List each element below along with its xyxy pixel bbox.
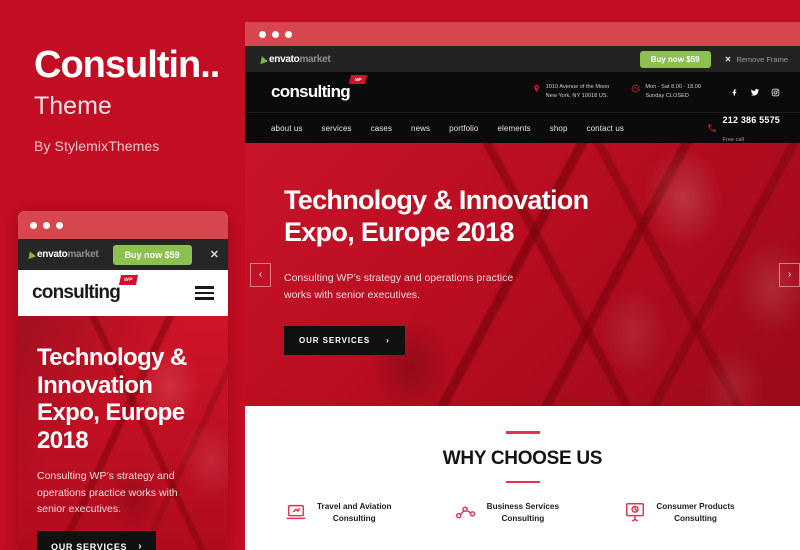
social-links <box>731 88 780 97</box>
nav-item-elements[interactable]: elements <box>498 124 531 133</box>
site-logo[interactable]: consulting WP <box>271 75 367 102</box>
hero-paragraph-line-1: Consulting WP’s strategy and operations … <box>284 272 514 285</box>
feature-list: Travel and Aviation Consulting Business … <box>245 483 800 524</box>
chevron-right-icon: › <box>386 335 390 345</box>
nav-item-contact-us[interactable]: contact us <box>587 124 624 133</box>
nav-item-news[interactable]: news <box>411 124 430 133</box>
page-title: Consultin.. <box>34 44 220 86</box>
clock-icon <box>632 84 640 93</box>
buy-now-button[interactable]: Buy now $59 <box>639 50 711 68</box>
feature-label: Travel and Aviation Consulting <box>317 501 391 524</box>
topbar-contact-group: 1010 Avenue of the Moon New York, NY 100… <box>532 83 780 101</box>
network-nodes-icon <box>455 506 475 519</box>
desktop-preview-frame: envato market Buy now $59 ✕ Remove Frame… <box>245 22 800 550</box>
hours-line-2: Sunday CLOSED <box>645 93 689 99</box>
desktop-envato-bar: envato market Buy now $59 ✕ Remove Frame <box>245 46 800 72</box>
feature-line-2: Consulting <box>674 513 717 523</box>
instagram-icon[interactable] <box>771 88 780 97</box>
nav-item-about-us[interactable]: about us <box>271 124 303 133</box>
cta-label: OUR SERVICES <box>299 335 371 345</box>
address-block: 1010 Avenue of the Moon New York, NY 100… <box>532 83 610 101</box>
our-services-button[interactable]: OUR SERVICES › <box>284 325 405 355</box>
feature-label: Consumer Products Consulting <box>656 501 734 524</box>
page-subtitle: Theme <box>34 91 112 120</box>
feature-line-1: Business Services <box>486 502 560 511</box>
phone-icon <box>707 124 716 132</box>
feature-line-2: Consulting <box>501 513 545 523</box>
site-main-nav: about us services cases news portfolio e… <box>245 112 800 143</box>
nav-menu: about us services cases news portfolio e… <box>271 124 624 133</box>
hero-heading: Technology & Innovation Expo, Europe 201… <box>284 185 800 248</box>
nav-item-cases[interactable]: cases <box>371 124 392 133</box>
hero-paragraph: Consulting WP’s strategy and operations … <box>284 270 800 304</box>
phone-text-group: 212 386 5575 Free call <box>723 110 780 146</box>
nav-item-shop[interactable]: shop <box>550 124 568 133</box>
slider-next-button[interactable]: › <box>779 262 800 287</box>
nav-item-services[interactable]: services <box>322 124 352 133</box>
hours-line-1: Mon - Sat 8.00 - 18.00 <box>645 83 701 90</box>
facebook-icon[interactable] <box>731 88 739 97</box>
window-dot-minimize[interactable] <box>272 30 279 38</box>
hero-slider: Technology & Innovation Expo, Europe 201… <box>245 143 800 406</box>
feature-line-1: Consumer Products <box>656 502 735 511</box>
hours-lines: Mon - Sat 8.00 - 18.00 Sunday CLOSED <box>645 83 701 101</box>
presentation-chart-icon <box>626 503 645 522</box>
feature-item-business-services[interactable]: Business Services Consulting <box>455 501 601 524</box>
desktop-browser-titlebar <box>245 22 800 46</box>
window-dot-close[interactable] <box>259 30 266 38</box>
author-credit: By StylemixThemes <box>34 137 160 154</box>
window-dot-maximize[interactable] <box>285 30 292 38</box>
hero-heading-line-1: Technology & Innovation <box>284 185 589 215</box>
promo-panel: Consultin.. Theme By StylemixThemes <box>0 0 245 550</box>
laptop-icon <box>286 504 306 520</box>
nav-item-portfolio[interactable]: portfolio <box>449 124 478 133</box>
hours-block: Mon - Sat 8.00 - 18.00 Sunday CLOSED <box>631 83 701 101</box>
envato-leaf-icon <box>258 54 268 64</box>
feature-line-2: Consulting <box>332 513 376 523</box>
envato-logo-first: envato <box>269 53 300 65</box>
section-title: WHY CHOOSE US <box>442 447 603 469</box>
feature-label: Business Services Consulting <box>487 501 559 524</box>
remove-frame-button[interactable]: ✕ Remove Frame <box>725 55 788 64</box>
envato-logo-second: market <box>299 53 331 65</box>
phone-block[interactable]: 212 386 5575 Free call <box>707 110 780 146</box>
hero-paragraph-line-2: works with senior executives. <box>284 288 420 301</box>
close-icon: ✕ <box>724 54 732 64</box>
twitter-icon[interactable] <box>750 88 760 97</box>
envato-bar-actions: Buy now $59 ✕ Remove Frame <box>639 50 788 68</box>
feature-item-travel-aviation[interactable]: Travel and Aviation Consulting <box>285 501 431 524</box>
why-choose-us-section: WHY CHOOSE US Travel and Aviation Consul… <box>245 406 800 524</box>
slider-prev-button[interactable]: ‹ <box>250 262 271 287</box>
site-logo-text: consulting <box>271 82 351 101</box>
feature-item-consumer-products[interactable]: Consumer Products Consulting <box>624 501 770 524</box>
feature-line-1: Travel and Aviation <box>317 502 392 511</box>
address-line-2: New York, NY 10018 US. <box>545 93 609 99</box>
address-lines: 1010 Avenue of the Moon New York, NY 100… <box>546 83 610 101</box>
remove-frame-label: Remove Frame <box>736 54 788 64</box>
section-rule-top <box>505 431 540 434</box>
address-line-1: 1010 Avenue of the Moon <box>545 83 610 90</box>
location-pin-icon <box>533 84 539 93</box>
phone-number: 212 386 5575 <box>722 115 780 125</box>
hero-heading-line-2: Expo, Europe 2018 <box>284 216 514 247</box>
wp-badge: WP <box>349 75 367 84</box>
envato-market-logo: envato market <box>258 53 331 65</box>
site-topbar: consulting WP 1010 Avenue of the Moon Ne… <box>245 72 800 112</box>
